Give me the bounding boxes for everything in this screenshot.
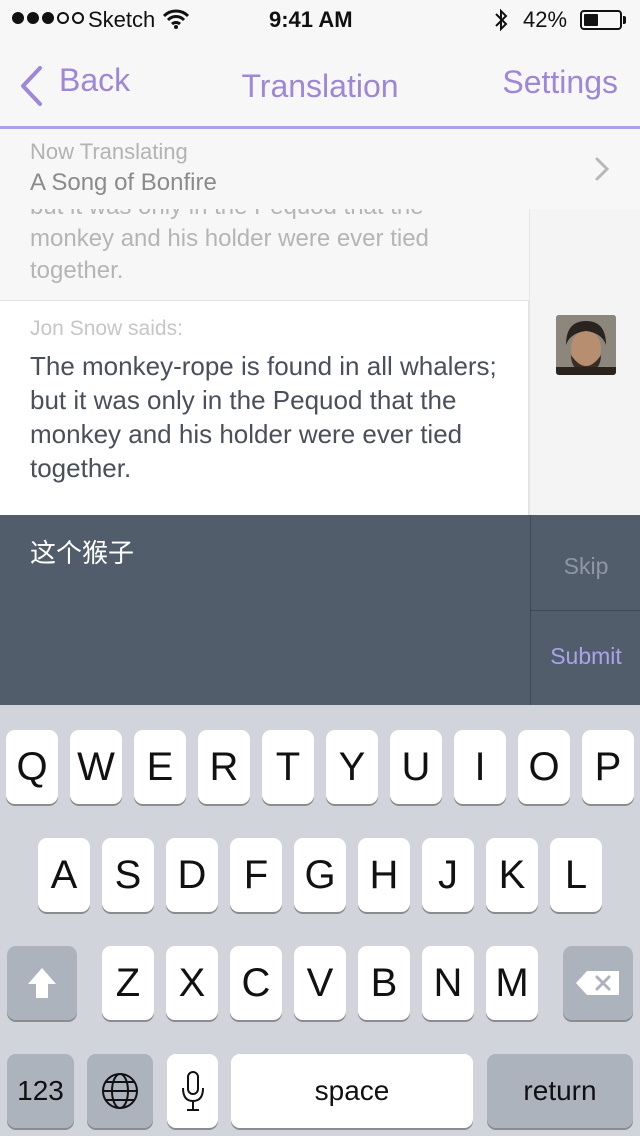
message-text: The monkey-rope is found in all whalers;…	[30, 351, 497, 483]
previous-message: but it was only in the Pequod that the m…	[30, 209, 429, 284]
delete-key[interactable]	[563, 946, 633, 1020]
wifi-icon	[163, 9, 189, 29]
bluetooth-icon	[495, 8, 508, 32]
key-l[interactable]: L	[550, 838, 602, 912]
keyboard: QWERTYUIOP ASDFGHJKL ZXCVBNM 123 space r…	[0, 705, 640, 1136]
skip-button[interactable]: Skip	[531, 553, 640, 580]
status-bar: Sketch 9:41 AM 42%	[0, 0, 640, 40]
globe-key[interactable]	[87, 1054, 153, 1128]
submit-button[interactable]: Submit	[531, 643, 640, 670]
translation-input[interactable]: 这个猴子	[30, 533, 134, 570]
shift-key[interactable]	[7, 946, 77, 1020]
settings-button[interactable]: Settings	[502, 64, 618, 101]
book-title: A Song of Bonfire	[30, 169, 217, 196]
key-n[interactable]: N	[422, 946, 474, 1020]
key-c[interactable]: C	[230, 946, 282, 1020]
key-p[interactable]: P	[582, 730, 634, 804]
battery-percent: 42%	[523, 7, 568, 32]
key-h[interactable]: H	[358, 838, 410, 912]
avatar	[556, 315, 616, 375]
translation-input-area: 这个猴子 Skip Submit	[0, 515, 640, 705]
key-x[interactable]: X	[166, 946, 218, 1020]
key-e[interactable]: E	[134, 730, 186, 804]
return-key[interactable]: return	[487, 1054, 633, 1128]
navigation-bar: Back Translation Settings	[0, 40, 640, 129]
backspace-icon	[576, 971, 619, 995]
numbers-key[interactable]: 123	[7, 1054, 74, 1128]
key-m[interactable]: M	[486, 946, 538, 1020]
key-q[interactable]: Q	[6, 730, 58, 804]
key-d[interactable]: D	[166, 838, 218, 912]
key-t[interactable]: T	[262, 730, 314, 804]
key-g[interactable]: G	[294, 838, 346, 912]
key-o[interactable]: O	[518, 730, 570, 804]
shift-icon	[28, 968, 56, 998]
message-bubble: Jon Snow saids: The monkey-rope is found…	[0, 300, 529, 515]
chevron-right-icon	[595, 157, 610, 181]
globe-icon	[102, 1073, 138, 1109]
key-u[interactable]: U	[390, 730, 442, 804]
key-s[interactable]: S	[102, 838, 154, 912]
battery-icon	[580, 10, 622, 30]
key-r[interactable]: R	[198, 730, 250, 804]
key-a[interactable]: A	[38, 838, 90, 912]
microphone-icon	[182, 1071, 204, 1111]
carrier-name: Sketch	[88, 7, 156, 32]
conversation-area: but it was only in the Pequod that the m…	[0, 209, 640, 515]
message-author: Jon Snow saids:	[30, 317, 183, 340]
key-b[interactable]: B	[358, 946, 410, 1020]
key-f[interactable]: F	[230, 838, 282, 912]
key-w[interactable]: W	[70, 730, 122, 804]
key-j[interactable]: J	[422, 838, 474, 912]
space-key[interactable]: space	[231, 1054, 473, 1128]
now-translating-bar[interactable]: Now Translating A Song of Bonfire	[0, 129, 640, 210]
key-i[interactable]: I	[454, 730, 506, 804]
key-z[interactable]: Z	[102, 946, 154, 1020]
key-k[interactable]: K	[486, 838, 538, 912]
microphone-key[interactable]	[167, 1054, 218, 1128]
signal-strength-icon	[12, 12, 84, 24]
status-time: 9:41 AM	[269, 7, 353, 32]
key-y[interactable]: Y	[326, 730, 378, 804]
key-v[interactable]: V	[294, 946, 346, 1020]
now-translating-label: Now Translating	[30, 139, 188, 164]
